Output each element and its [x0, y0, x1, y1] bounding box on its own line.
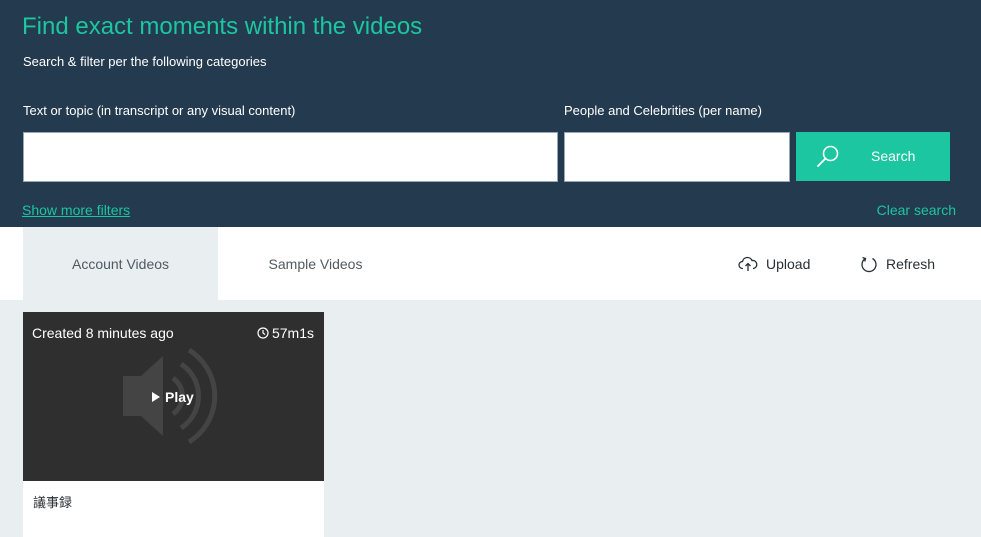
search-icon: [817, 145, 839, 167]
text-topic-input[interactable]: [23, 132, 558, 182]
page-subtitle: Search & filter per the following catego…: [23, 54, 267, 69]
upload-button[interactable]: Upload: [738, 227, 810, 300]
play-icon: [152, 392, 160, 402]
search-button[interactable]: Search: [796, 132, 950, 181]
page-title: Find exact moments within the videos: [22, 13, 423, 40]
clear-search-link[interactable]: Clear search: [877, 202, 956, 218]
refresh-icon: [861, 256, 877, 272]
video-card[interactable]: Created 8 minutes ago 57m1s Play 議事録: [23, 312, 324, 537]
people-input[interactable]: [564, 132, 790, 182]
video-duration-text: 57m1s: [271, 325, 314, 341]
people-label: People and Celebrities (per name): [564, 103, 762, 118]
video-title[interactable]: 議事録: [33, 492, 72, 511]
text-topic-label: Text or topic (in transcript or any visu…: [23, 103, 296, 118]
cloud-upload-icon: [738, 256, 758, 271]
tab-account-videos[interactable]: Account Videos: [23, 227, 218, 300]
clock-icon: [257, 327, 269, 339]
refresh-button[interactable]: Refresh: [860, 227, 935, 300]
search-header: Find exact moments within the videos Sea…: [0, 0, 981, 227]
refresh-label: Refresh: [886, 255, 936, 272]
play-label: Play: [165, 389, 194, 405]
show-more-filters-link[interactable]: Show more filters: [22, 202, 130, 218]
video-duration: 57m1s: [257, 325, 314, 341]
tab-bar: Account Videos Sample Videos Upload Refr…: [0, 227, 981, 300]
video-created-time: Created 8 minutes ago: [32, 325, 174, 341]
upload-label: Upload: [766, 255, 811, 272]
play-button[interactable]: Play: [152, 389, 194, 405]
search-button-label: Search: [871, 148, 916, 164]
tab-sample-videos[interactable]: Sample Videos: [218, 227, 413, 300]
video-thumbnail[interactable]: Created 8 minutes ago 57m1s Play: [23, 312, 324, 481]
